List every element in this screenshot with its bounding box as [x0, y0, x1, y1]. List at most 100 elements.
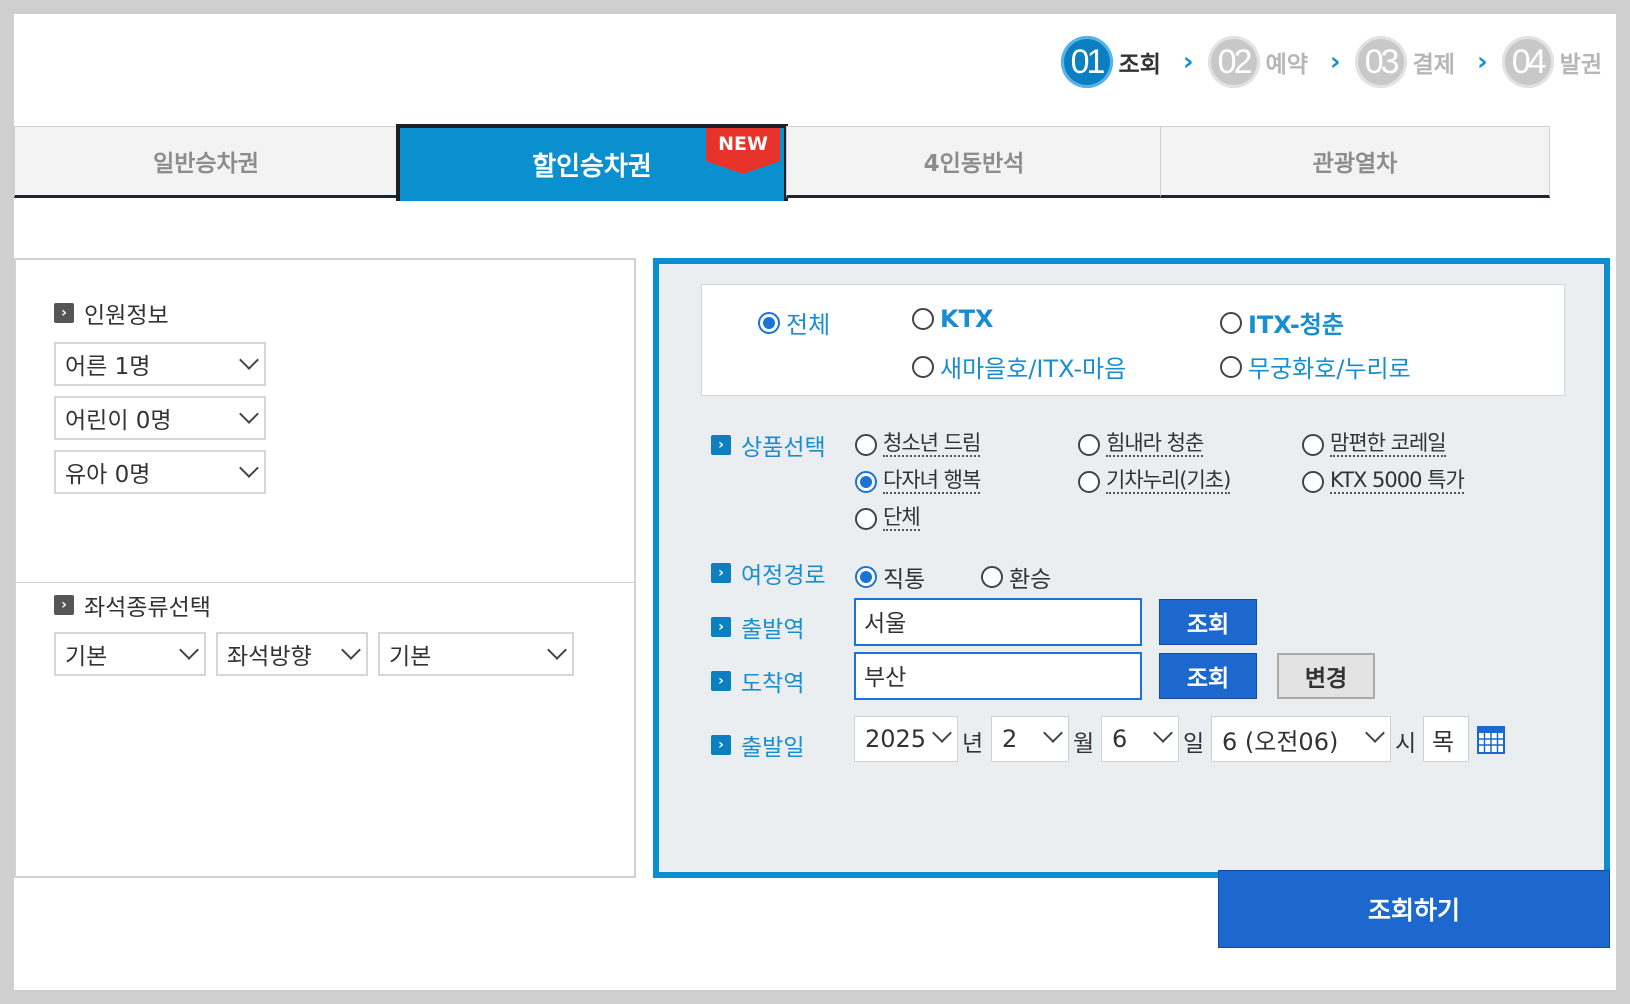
arrival-station-input[interactable]: 부산 — [854, 652, 1142, 700]
chevron-down-icon — [179, 640, 199, 660]
departure-station-input[interactable]: 서울 — [854, 598, 1142, 646]
seat-option-value: 기본 — [389, 644, 432, 670]
arrow-right-square-icon: › — [54, 595, 74, 615]
arrival-search-button[interactable]: 조회 — [1159, 653, 1257, 699]
seat-option-select[interactable]: 기본 — [378, 632, 574, 676]
chevron-down-icon — [1365, 723, 1385, 743]
step-1-label: 조회 — [1118, 52, 1161, 78]
chevron-down-icon — [932, 723, 952, 743]
divider — [16, 582, 634, 583]
tab-tourist-train[interactable]: 관광열차 — [1160, 126, 1550, 198]
arrival-label: 도착역 — [741, 671, 805, 697]
tab-general-ticket[interactable]: 일반승차권 — [14, 126, 398, 198]
arrow-right-square-icon: › — [711, 671, 731, 691]
seat-direction-value: 좌석방향 — [227, 644, 312, 670]
step-2: 02 예약 › — [1207, 36, 1341, 88]
product-label: 상품선택 — [741, 435, 826, 461]
product-cheer-youth-label: 힘내라 청춘 — [1106, 431, 1204, 458]
step-4: 04 발권 — [1501, 36, 1602, 88]
route-transfer-radio[interactable]: 환승 — [981, 560, 1051, 594]
step-3: 03 결제 › — [1354, 36, 1488, 88]
passenger-panel: › 인원정보 어른 1명 어린이 0명 유아 0명 › 좌석종류선택 기본 좌석… — [14, 258, 636, 878]
chevron-down-icon — [547, 640, 567, 660]
date-label: 출발일 — [741, 735, 805, 761]
step-2-label: 예약 — [1265, 52, 1308, 78]
day-select[interactable]: 6 — [1101, 716, 1179, 762]
departure-heading: › 출발역 — [711, 610, 804, 644]
train-type-mugunghwa-label: 무궁화호/누리로 — [1248, 355, 1411, 383]
product-multi-child-label: 다자녀 행복 — [883, 468, 981, 495]
step-3-number: 03 — [1354, 36, 1407, 88]
route-transfer-label: 환승 — [1009, 567, 1052, 593]
route-heading: › 여정경로 — [711, 556, 826, 590]
radio-icon — [1302, 433, 1324, 456]
product-multi-child-radio[interactable]: 다자녀 행복 — [855, 468, 981, 495]
product-youth-dream-radio[interactable]: 청소년 드림 — [855, 431, 981, 458]
train-type-all-radio[interactable]: 전체 — [758, 305, 830, 340]
train-type-ktx-radio[interactable]: KTX — [912, 305, 993, 333]
radio-checked-icon — [855, 470, 877, 493]
train-type-itx-chungchun-label: ITX-청춘 — [1248, 311, 1344, 339]
chevron-down-icon — [341, 640, 361, 660]
child-count-select[interactable]: 어린이 0명 — [54, 396, 266, 440]
seat-type-title: 좌석종류선택 — [84, 595, 211, 621]
hour-select[interactable]: 6 (오전06) — [1211, 716, 1391, 762]
product-ktx5000-radio[interactable]: KTX 5000 특가 — [1302, 468, 1465, 495]
train-type-box: 전체 KTX ITX-청춘 새마을호/ITX-마음 무궁화호/누리로 — [701, 284, 1565, 396]
day-unit: 일 — [1183, 731, 1205, 757]
infant-count-select[interactable]: 유아 0명 — [54, 450, 266, 494]
year-select[interactable]: 2025 — [854, 716, 958, 762]
radio-icon — [1302, 470, 1324, 493]
step-4-number: 04 — [1501, 36, 1554, 88]
seat-type-select[interactable]: 기본 — [54, 632, 206, 676]
page: 01 조회 › 02 예약 › 03 결제 › 04 발권 일반승차권 할인승차… — [14, 14, 1616, 990]
route-direct-radio[interactable]: 직통 — [855, 560, 925, 594]
child-count-value: 어린이 0명 — [65, 408, 172, 434]
arrow-right-square-icon: › — [54, 303, 74, 323]
product-comfort-korail-radio[interactable]: 맘편한 코레일 — [1302, 431, 1447, 458]
passenger-info-title: 인원정보 — [84, 303, 169, 329]
product-train-nuri-radio[interactable]: 기차누리(기초) — [1078, 468, 1231, 495]
chevron-down-icon — [1153, 723, 1173, 743]
product-heading: › 상품선택 — [711, 428, 826, 462]
swap-stations-button[interactable]: 변경 — [1277, 653, 1375, 699]
train-type-saemaeul-radio[interactable]: 새마을호/ITX-마음 — [912, 349, 1126, 384]
adult-count-value: 어른 1명 — [65, 354, 151, 380]
chevron-down-icon — [239, 458, 259, 478]
new-badge: NEW — [706, 128, 780, 174]
product-cheer-youth-radio[interactable]: 힘내라 청춘 — [1078, 431, 1204, 458]
arrow-right-square-icon: › — [711, 735, 731, 755]
day-value: 6 — [1112, 725, 1128, 753]
search-submit-button[interactable]: 조회하기 — [1218, 870, 1610, 948]
year-unit: 년 — [962, 731, 984, 757]
seat-direction-select[interactable]: 좌석방향 — [216, 632, 368, 676]
radio-icon — [855, 433, 877, 456]
departure-label: 출발역 — [741, 617, 805, 643]
train-type-mugunghwa-radio[interactable]: 무궁화호/누리로 — [1220, 349, 1411, 384]
year-value: 2025 — [865, 725, 927, 753]
chevron-down-icon — [239, 350, 259, 370]
month-select[interactable]: 2 — [991, 716, 1069, 762]
train-type-itx-chungchun-radio[interactable]: ITX-청춘 — [1220, 305, 1344, 340]
adult-count-select[interactable]: 어른 1명 — [54, 342, 266, 386]
calendar-icon[interactable] — [1477, 726, 1505, 754]
tab-discount-ticket[interactable]: 할인승차권 NEW — [396, 124, 788, 201]
product-youth-dream-label: 청소년 드림 — [883, 431, 981, 458]
arrival-heading: › 도착역 — [711, 664, 804, 698]
radio-icon — [912, 308, 934, 330]
arrow-right-square-icon: › — [711, 563, 731, 583]
departure-search-button[interactable]: 조회 — [1159, 599, 1257, 645]
radio-icon — [912, 355, 934, 378]
date-heading: › 출발일 — [711, 728, 804, 762]
product-group-radio[interactable]: 단체 — [855, 505, 921, 532]
product-train-nuri-label: 기차누리(기초) — [1106, 468, 1231, 495]
train-type-saemaeul-label: 새마을호/ITX-마음 — [940, 355, 1127, 383]
step-4-label: 발권 — [1559, 52, 1602, 78]
step-3-label: 결제 — [1412, 52, 1455, 78]
hour-value: 6 (오전06) — [1222, 727, 1339, 756]
product-ktx5000-label: KTX 5000 특가 — [1330, 468, 1465, 495]
step-1: 01 조회 › — [1060, 36, 1194, 88]
route-direct-label: 직통 — [883, 567, 926, 593]
radio-checked-icon — [855, 566, 877, 588]
tab-four-companion-seat[interactable]: 4인동반석 — [786, 126, 1162, 198]
